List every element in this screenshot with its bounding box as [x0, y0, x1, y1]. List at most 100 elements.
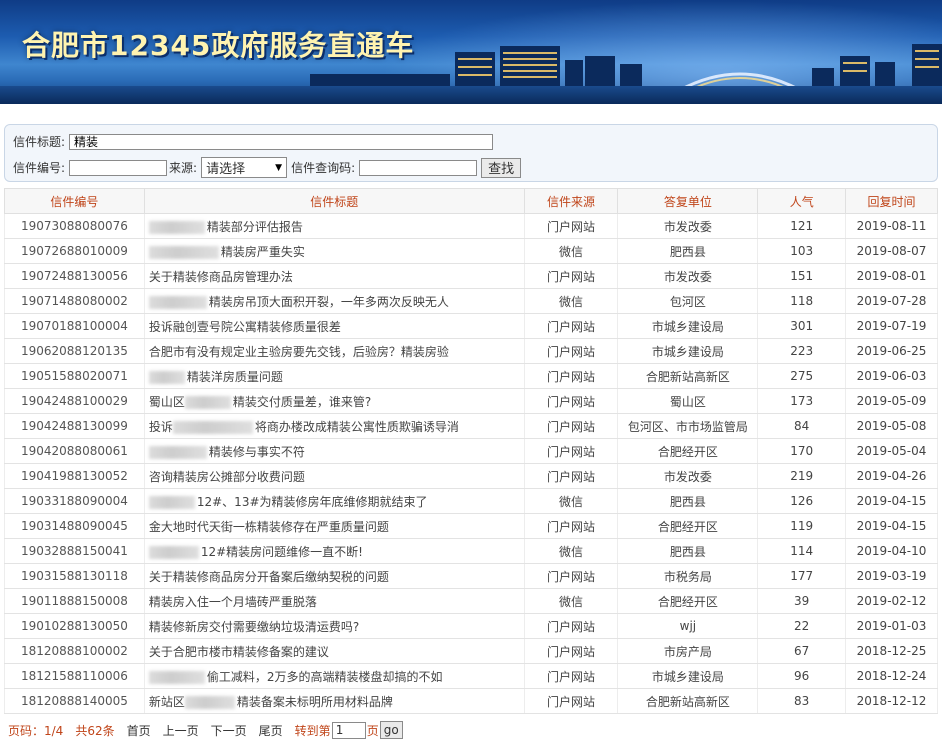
- cell-letter-title[interactable]: 金大地时代天街一栋精装修存在严重质量问题: [143, 513, 525, 539]
- cell-popularity: 301: [757, 313, 847, 339]
- table-row[interactable]: 19071488080002 精装房吊顶大面积开裂，一年多两次反映无人 微信 包河区 1…: [4, 288, 938, 314]
- table-row[interactable]: 19042488130099 投诉 将商办楼改成精装公寓性质欺骗诱导消 门户网站 包河区…: [4, 413, 938, 439]
- cell-letter-title[interactable]: 关于精装修商品房管理办法: [143, 263, 525, 289]
- title-text-tail[interactable]: 精装交付质量差，谁来管?: [233, 395, 371, 409]
- letter-number-input[interactable]: [69, 159, 168, 176]
- table-row[interactable]: 19042088080061 精装修与事实不符 门户网站 合肥经开区 170 2019-0…: [4, 438, 938, 464]
- title-text[interactable]: 关于精装修商品房管理办法: [149, 270, 293, 284]
- cell-reply-date: 2019-04-26: [845, 463, 938, 489]
- title-text[interactable]: 蜀山区: [149, 395, 185, 409]
- cell-letter-title[interactable]: 关于合肥市楼市精装修备案的建议: [143, 638, 525, 664]
- table-row[interactable]: 19072488130056 关于精装修商品房管理办法 门户网站 市发改委 151 201…: [4, 263, 938, 289]
- title-text[interactable]: 精装房入住一个月墙砖严重脱落: [149, 595, 317, 609]
- title-text-tail[interactable]: 将商办楼改成精装公寓性质欺骗诱导消: [255, 420, 459, 434]
- cell-popularity: 118: [757, 288, 847, 314]
- cell-letter-title[interactable]: 精装房入住一个月墙砖严重脱落: [143, 588, 525, 614]
- cell-letter-number: 18120888100002: [4, 638, 145, 664]
- search-row-title: 信件标题: 精装: [13, 133, 494, 150]
- cell-letter-title[interactable]: 12#精装房问题维修一直不断!: [143, 538, 525, 564]
- title-text[interactable]: 精装修新房交付需要缴纳垃圾清运费吗?: [149, 620, 359, 634]
- table-row[interactable]: 18120888100002 关于合肥市楼市精装修备案的建议 门户网站 市房产局 67 2…: [4, 638, 938, 664]
- title-text[interactable]: 精装房严重失实: [221, 245, 305, 259]
- title-text[interactable]: 精装部分评估报告: [207, 220, 303, 234]
- table-row[interactable]: 19042488100029 蜀山区 精装交付质量差，谁来管? 门户网站 蜀山区 173 2…: [4, 388, 938, 414]
- table-row[interactable]: 19010288130050 精装修新房交付需要缴纳垃圾清运费吗? 门户网站 wjj 2…: [4, 613, 938, 639]
- title-text[interactable]: 关于精装修商品房分开备案后缴纳契税的问题: [149, 570, 389, 584]
- cell-popularity: 119: [757, 513, 847, 539]
- table-row[interactable]: 19011888150008 精装房入住一个月墙砖严重脱落 微信 合肥经开区 39 201…: [4, 588, 938, 614]
- title-text[interactable]: 新站区: [149, 695, 185, 709]
- find-button[interactable]: 查找: [481, 157, 522, 178]
- cell-letter-title[interactable]: 精装修新房交付需要缴纳垃圾清运费吗?: [143, 613, 525, 639]
- title-text[interactable]: 精装洋房质量问题: [187, 370, 283, 384]
- next-page-link[interactable]: 下一页: [211, 722, 247, 739]
- title-text[interactable]: 精装修与事实不符: [209, 445, 305, 459]
- cell-popularity: 22: [757, 613, 847, 639]
- cell-letter-title[interactable]: 精装房吊顶大面积开裂，一年多两次反映无人: [143, 288, 525, 314]
- table-row[interactable]: 19051588020071 精装洋房质量问题 门户网站 合肥新站高新区 275 2019…: [4, 363, 938, 389]
- table-row[interactable]: 18121588110006 偷工减料，2万多的高端精装楼盘却搞的不如 门户网站 市城…: [4, 663, 938, 689]
- cell-letter-number: 19071488080002: [4, 288, 145, 314]
- title-text[interactable]: 投诉: [149, 420, 173, 434]
- cell-reply-unit: wjj: [617, 613, 759, 639]
- table-row[interactable]: 19032888150041 12#精装房问题维修一直不断! 微信 肥西县 114 201…: [4, 538, 938, 564]
- cell-letter-source: 门户网站: [523, 688, 619, 714]
- cell-letter-source: 微信: [523, 238, 619, 264]
- cell-letter-title[interactable]: 偷工减料，2万多的高端精装楼盘却搞的不如: [143, 663, 525, 689]
- title-text[interactable]: 合肥市有没有规定业主验房要先交钱，后验房？精装房验: [149, 345, 449, 359]
- cell-letter-title[interactable]: 合肥市有没有规定业主验房要先交钱，后验房？精装房验: [143, 338, 525, 364]
- cell-letter-title[interactable]: 新站区 精装备案未标明所用材料品牌: [143, 688, 525, 714]
- redacted-text: [184, 695, 235, 709]
- title-text[interactable]: 精装房吊顶大面积开裂，一年多两次反映无人: [209, 295, 449, 309]
- cell-letter-number: 19031588130118: [4, 563, 145, 589]
- cell-letter-title[interactable]: 投诉 将商办楼改成精装公寓性质欺骗诱导消: [143, 413, 525, 439]
- cell-letter-title[interactable]: 关于精装修商品房分开备案后缴纳契税的问题: [143, 563, 525, 589]
- table-row[interactable]: 19062088120135 合肥市有没有规定业主验房要先交钱，后验房？精装房验 门…: [4, 338, 938, 364]
- go-button[interactable]: go: [379, 721, 403, 739]
- title-text[interactable]: 咨询精装房公摊部分收费问题: [149, 470, 305, 484]
- table-row[interactable]: 19070188100004 投诉融创壹号院公寓精装修质量很差 门户网站 市城乡建设局…: [4, 313, 938, 339]
- title-text[interactable]: 金大地时代天街一栋精装修存在严重质量问题: [149, 520, 389, 534]
- page-number-input[interactable]: 1: [331, 721, 366, 739]
- title-search-input[interactable]: 精装: [69, 133, 494, 150]
- cell-reply-unit: 合肥经开区: [617, 588, 759, 614]
- prev-page-link[interactable]: 上一页: [163, 722, 199, 739]
- query-code-input[interactable]: [359, 159, 478, 176]
- table-row[interactable]: 19031588130118 关于精装修商品房分开备案后缴纳契税的问题 门户网站 市税…: [4, 563, 938, 589]
- table-row[interactable]: 18120888140005 新站区 精装备案未标明所用材料品牌 门户网站 合肥新站高新…: [4, 688, 938, 714]
- cell-letter-title[interactable]: 精装部分评估报告: [143, 213, 525, 239]
- cell-letter-number: 19073088080076: [4, 213, 145, 239]
- cell-letter-title[interactable]: 精装洋房质量问题: [143, 363, 525, 389]
- title-text[interactable]: 12#、13#为精装修房年底维修期就结束了: [197, 495, 428, 509]
- table-row[interactable]: 19072688010009 精装房严重失实 微信 肥西县 103 2019-08-07: [4, 238, 938, 264]
- last-page-link[interactable]: 尾页: [259, 722, 283, 739]
- number-label: 信件编号:: [13, 161, 66, 175]
- title-text[interactable]: 关于合肥市楼市精装修备案的建议: [149, 645, 329, 659]
- table-row[interactable]: 19041988130052 咨询精装房公摊部分收费问题 门户网站 市发改委 219 20…: [4, 463, 938, 489]
- title-text-tail[interactable]: 精装备案未标明所用材料品牌: [237, 695, 393, 709]
- cell-letter-title[interactable]: 咨询精装房公摊部分收费问题: [143, 463, 525, 489]
- cell-reply-date: 2018-12-12: [845, 688, 938, 714]
- cell-reply-unit: 包河区、市市场监管局: [617, 413, 759, 439]
- title-text[interactable]: 12#精装房问题维修一直不断!: [201, 545, 363, 559]
- table-row[interactable]: 19031488090045 金大地时代天街一栋精装修存在严重质量问题 门户网站 合肥…: [4, 513, 938, 539]
- cell-reply-unit: 包河区: [617, 288, 759, 314]
- cell-letter-title[interactable]: 精装修与事实不符: [143, 438, 525, 464]
- cell-letter-source: 门户网站: [523, 638, 619, 664]
- cell-letter-title[interactable]: 蜀山区 精装交付质量差，谁来管?: [143, 388, 525, 414]
- cell-letter-title[interactable]: 12#、13#为精装修房年底维修期就结束了: [143, 488, 525, 514]
- redacted-text: [148, 370, 185, 384]
- first-page-link[interactable]: 首页: [127, 722, 151, 739]
- cell-letter-number: 19042088080061: [4, 438, 145, 464]
- source-select[interactable]: 请选择 ▼: [201, 157, 288, 178]
- cell-letter-title[interactable]: 投诉融创壹号院公寓精装修质量很差: [143, 313, 525, 339]
- header-popularity: 人气: [757, 188, 847, 214]
- title-text[interactable]: 投诉融创壹号院公寓精装修质量很差: [149, 320, 341, 334]
- table-row[interactable]: 19033188090004 12#、13#为精装修房年底维修期就结束了 微信 肥西县…: [4, 488, 938, 514]
- cell-reply-date: 2019-08-11: [845, 213, 938, 239]
- cell-reply-unit: 市税务局: [617, 563, 759, 589]
- header-letter-number: 信件编号: [4, 188, 145, 214]
- cell-letter-title[interactable]: 精装房严重失实: [143, 238, 525, 264]
- title-text[interactable]: 偷工减料，2万多的高端精装楼盘却搞的不如: [207, 670, 443, 684]
- table-row[interactable]: 19073088080076 精装部分评估报告 门户网站 市发改委 121 2019-08…: [4, 213, 938, 239]
